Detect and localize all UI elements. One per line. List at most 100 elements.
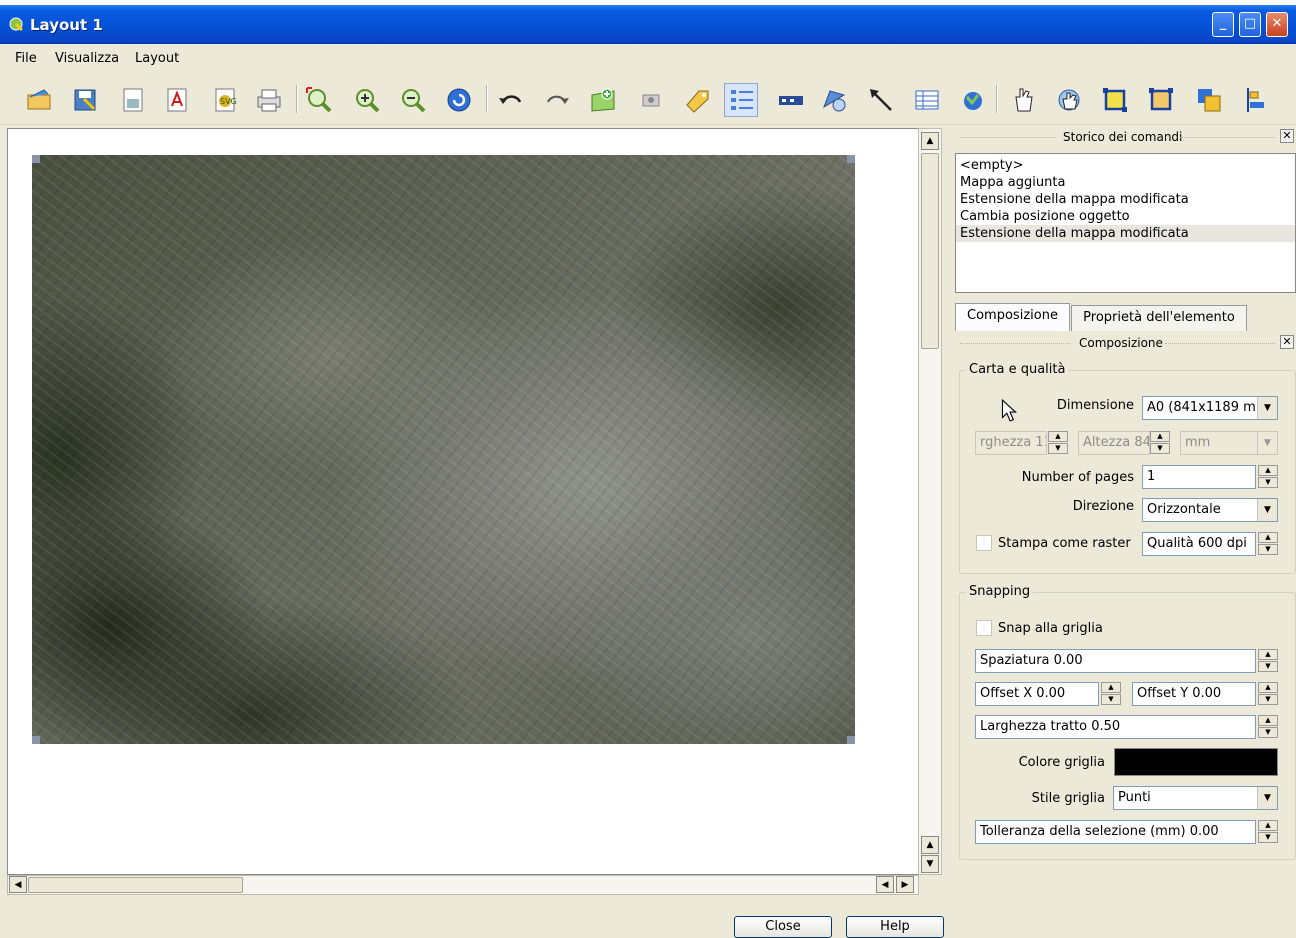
add-label-icon[interactable] bbox=[680, 83, 714, 117]
offset-y-spinbox[interactable]: Offset Y 0.00 bbox=[1132, 682, 1256, 706]
horizontal-scrollbar[interactable]: ◀ ◀ ▶ bbox=[7, 875, 919, 895]
list-item[interactable]: Estensione della mappa modificata bbox=[956, 225, 1295, 242]
layout-canvas[interactable] bbox=[7, 128, 919, 875]
grid-spacing-spinbox[interactable]: Spaziatura 0.00 bbox=[975, 649, 1256, 673]
scroll-thumb[interactable] bbox=[921, 153, 939, 349]
resize-handle[interactable] bbox=[847, 155, 855, 163]
pages-spinner[interactable]: ▲ ▼ bbox=[1258, 465, 1278, 489]
dock-grip[interactable] bbox=[1165, 343, 1275, 345]
scroll-up-button[interactable]: ▲ bbox=[921, 836, 939, 854]
grid-spacing-spinner[interactable]: ▲ ▼ bbox=[1258, 649, 1278, 673]
pages-value: 1 bbox=[1147, 469, 1156, 484]
orientation-value: Orizzontale bbox=[1147, 502, 1221, 517]
zoom-full-icon[interactable] bbox=[302, 83, 336, 117]
list-item[interactable]: Mappa aggiunta bbox=[956, 174, 1295, 191]
offset-x-value: Offset X 0.00 bbox=[980, 686, 1066, 701]
zoom-in-icon[interactable] bbox=[350, 83, 384, 117]
pages-spinbox[interactable]: 1 bbox=[1142, 465, 1256, 489]
grid-style-select[interactable]: Punti ▼ bbox=[1113, 786, 1278, 810]
offset-y-spinner[interactable]: ▲ ▼ bbox=[1258, 682, 1278, 706]
undo-icon[interactable] bbox=[494, 83, 528, 117]
history-dock-title: Storico dei comandi bbox=[1063, 130, 1183, 144]
add-html-icon[interactable] bbox=[956, 83, 990, 117]
raise-icon[interactable] bbox=[1192, 83, 1226, 117]
menu-layout[interactable]: Layout bbox=[135, 51, 179, 66]
scroll-down-button[interactable]: ▼ bbox=[921, 855, 939, 873]
help-button[interactable]: Help bbox=[846, 916, 944, 938]
zoom-out-icon[interactable] bbox=[396, 83, 430, 117]
maximize-button[interactable]: □ bbox=[1239, 12, 1261, 37]
list-item[interactable]: <empty> bbox=[956, 157, 1295, 174]
selection-tolerance-spinner[interactable]: ▲ ▼ bbox=[1258, 820, 1278, 844]
print-icon[interactable] bbox=[252, 83, 286, 117]
save-as-template-icon[interactable] bbox=[68, 83, 102, 117]
pen-width-spinner[interactable]: ▲ ▼ bbox=[1258, 715, 1278, 739]
scroll-left-button[interactable]: ◀ bbox=[876, 876, 894, 893]
paper-width-spinner: ▲ ▼ bbox=[1048, 431, 1068, 455]
select-move-icon[interactable] bbox=[1006, 83, 1040, 117]
add-legend-icon[interactable] bbox=[724, 83, 758, 117]
close-dock-button[interactable]: ✕ bbox=[1280, 129, 1294, 143]
history-list[interactable]: <empty> Mappa aggiunta Estensione della … bbox=[955, 153, 1296, 293]
resize-handle[interactable] bbox=[847, 736, 855, 744]
snap-grid-label: Snap alla griglia bbox=[998, 621, 1103, 636]
close-dock-button[interactable]: ✕ bbox=[1280, 335, 1294, 349]
grid-color-button[interactable] bbox=[1114, 748, 1278, 776]
add-shape-icon[interactable] bbox=[818, 83, 852, 117]
export-pdf-icon[interactable] bbox=[160, 83, 194, 117]
quality-spinbox[interactable]: Qualità 600 dpi bbox=[1142, 532, 1256, 556]
chevron-down-icon[interactable]: ▼ bbox=[1257, 787, 1277, 809]
offset-x-spinbox[interactable]: Offset X 0.00 bbox=[975, 682, 1099, 706]
close-button[interactable]: Close bbox=[734, 916, 832, 938]
snap-grid-checkbox[interactable] bbox=[976, 620, 992, 636]
map-item[interactable] bbox=[32, 155, 855, 744]
paper-size-select[interactable]: A0 (841x1189 m ▼ bbox=[1142, 396, 1278, 420]
dock-grip[interactable] bbox=[1180, 137, 1275, 139]
quality-value: Qualità 600 dpi bbox=[1147, 536, 1247, 551]
size-label: Dimensione bbox=[1056, 398, 1134, 413]
align-icon[interactable] bbox=[1240, 83, 1274, 117]
export-svg-icon[interactable]: SVG bbox=[208, 83, 242, 117]
orientation-select[interactable]: Orizzontale ▼ bbox=[1142, 498, 1278, 522]
dock-grip[interactable] bbox=[960, 343, 1070, 345]
toolbar-separator bbox=[486, 85, 488, 113]
redo-icon[interactable] bbox=[540, 83, 574, 117]
scroll-right-button[interactable]: ▶ bbox=[896, 876, 914, 893]
ungroup-icon[interactable] bbox=[1144, 83, 1178, 117]
add-map-icon[interactable] bbox=[586, 83, 620, 117]
close-window-button[interactable]: ✕ bbox=[1266, 12, 1288, 37]
offset-x-spinner[interactable]: ▲ ▼ bbox=[1101, 682, 1121, 706]
scroll-left-button[interactable]: ◀ bbox=[9, 876, 27, 893]
scroll-thumb[interactable] bbox=[28, 877, 243, 893]
chevron-down-icon[interactable]: ▼ bbox=[1257, 397, 1277, 419]
add-scalebar-icon[interactable] bbox=[774, 83, 808, 117]
tab-item-properties[interactable]: Proprietà dell'elemento bbox=[1071, 305, 1247, 331]
add-arrow-icon[interactable] bbox=[864, 83, 898, 117]
resize-handle[interactable] bbox=[32, 155, 40, 163]
export-image-icon[interactable] bbox=[116, 83, 150, 117]
load-from-template-icon[interactable] bbox=[22, 83, 56, 117]
move-content-icon[interactable] bbox=[1052, 83, 1086, 117]
refresh-icon[interactable] bbox=[442, 83, 476, 117]
print-raster-checkbox[interactable] bbox=[976, 535, 992, 551]
list-item[interactable]: Estensione della mappa modificata bbox=[956, 191, 1295, 208]
add-table-icon[interactable] bbox=[910, 83, 944, 117]
resize-handle[interactable] bbox=[32, 736, 40, 744]
dock-grip[interactable] bbox=[960, 137, 1055, 139]
paper-size-value: A0 (841x1189 m bbox=[1147, 400, 1256, 415]
minimize-button[interactable]: _ bbox=[1212, 12, 1234, 37]
chevron-down-icon[interactable]: ▼ bbox=[1257, 499, 1277, 521]
menu-file[interactable]: File bbox=[15, 51, 37, 66]
list-item[interactable]: Cambia posizione oggetto bbox=[956, 208, 1295, 225]
add-image-icon[interactable] bbox=[634, 83, 668, 117]
scroll-up-button[interactable]: ▲ bbox=[921, 132, 939, 150]
pen-width-spinbox[interactable]: Larghezza tratto 0.50 bbox=[975, 715, 1256, 739]
vertical-scrollbar[interactable]: ▲ ▲ ▼ bbox=[918, 128, 942, 875]
tab-composition[interactable]: Composizione bbox=[955, 303, 1070, 331]
menu-view[interactable]: Visualizza bbox=[55, 51, 119, 66]
selection-tolerance-spinbox[interactable]: Tolleranza della selezione (mm) 0.00 bbox=[975, 820, 1256, 844]
qgis-logo-icon bbox=[9, 17, 24, 32]
chevron-down-icon: ▼ bbox=[1257, 432, 1277, 454]
group-icon[interactable] bbox=[1098, 83, 1132, 117]
quality-spinner[interactable]: ▲ ▼ bbox=[1258, 532, 1278, 556]
